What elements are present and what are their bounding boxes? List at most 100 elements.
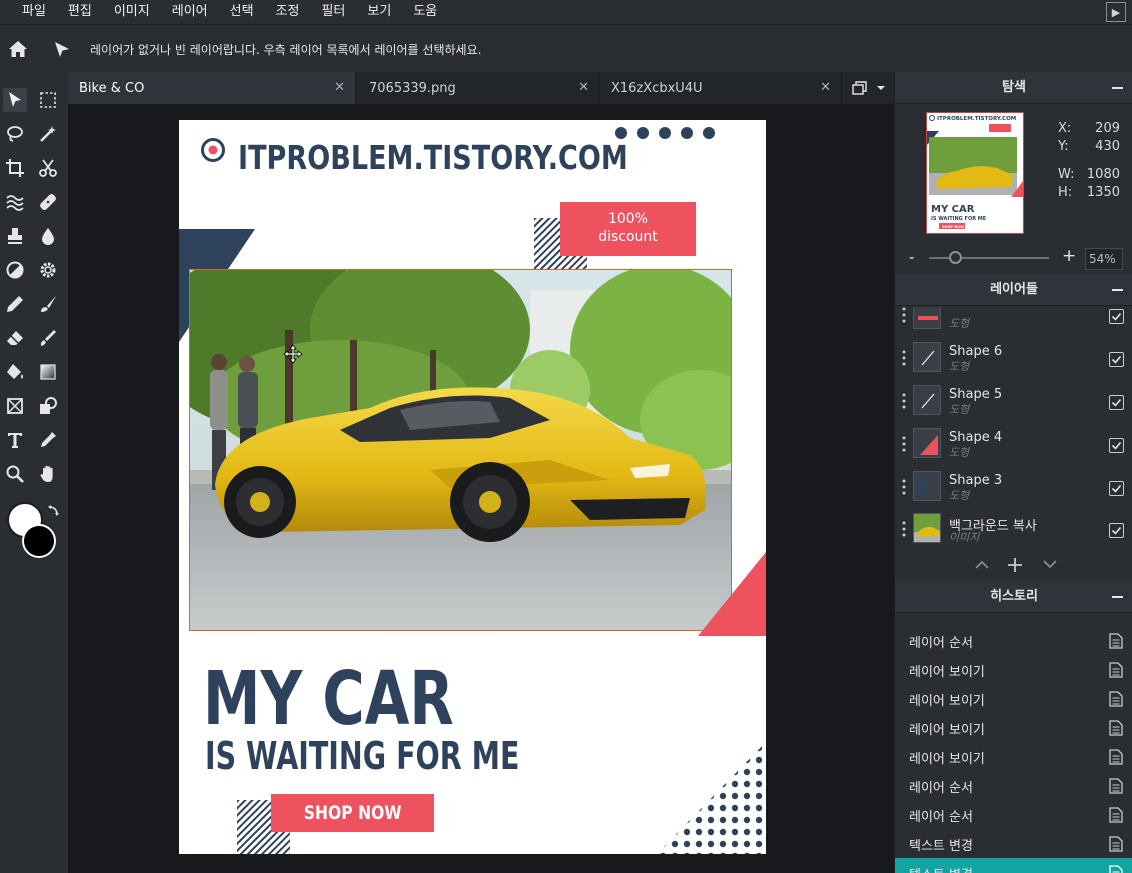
drag-handle-icon[interactable]: [902, 479, 906, 495]
thumb-headline: MY CAR: [931, 204, 975, 215]
history-item[interactable]: 레이어 순서: [895, 626, 1132, 655]
close-icon[interactable]: ✕: [820, 80, 831, 95]
gradient-tool[interactable]: [36, 360, 60, 384]
zoom-slider-handle[interactable]: [949, 251, 962, 264]
close-icon[interactable]: ✕: [578, 80, 589, 95]
history-item[interactable]: 레이어 보이기: [895, 742, 1132, 771]
check-icon: [1111, 312, 1122, 321]
visibility-checkbox[interactable]: [1109, 438, 1124, 453]
layer-item[interactable]: 도형: [895, 307, 1132, 336]
history-item-current[interactable]: 텍스트 변경: [895, 858, 1132, 873]
home-icon[interactable]: [8, 39, 28, 59]
eyedropper-tool[interactable]: [36, 428, 60, 452]
car-photo[interactable]: [189, 269, 732, 631]
minimize-icon[interactable]: [1112, 289, 1123, 291]
menu-file[interactable]: 파일: [0, 0, 57, 24]
drag-handle-icon[interactable]: [902, 436, 906, 452]
visibility-checkbox[interactable]: [1109, 352, 1124, 367]
window-arrange-button[interactable]: [844, 72, 894, 104]
zoom-out-button[interactable]: -: [909, 248, 914, 266]
menu-layer[interactable]: 레이어: [161, 0, 219, 24]
tab-x16z[interactable]: X16zXcbxU4U ✕: [600, 72, 842, 104]
stamp-tool[interactable]: [3, 224, 27, 248]
drag-handle-icon[interactable]: [902, 307, 906, 323]
swap-colors-icon[interactable]: [46, 504, 60, 518]
close-icon[interactable]: ✕: [334, 80, 345, 95]
add-layer-icon[interactable]: [1007, 557, 1023, 573]
drag-handle-icon[interactable]: [902, 393, 906, 409]
history-item[interactable]: 레이어 순서: [895, 800, 1132, 829]
smudge-tool[interactable]: [36, 326, 60, 350]
menu-adjust[interactable]: 조정: [265, 0, 311, 24]
canvas-area[interactable]: ITPROBLEM.TISTORY.COM 100% discount MY C…: [68, 104, 894, 873]
zoom-slider-track[interactable]: [929, 257, 1049, 259]
layers-header[interactable]: 레이어들: [895, 274, 1132, 306]
marquee-tool[interactable]: [36, 88, 60, 112]
move-tool-icon[interactable]: [52, 40, 72, 60]
healing-tool[interactable]: [36, 190, 60, 214]
visibility-checkbox[interactable]: [1109, 309, 1124, 324]
tab-bike-co[interactable]: Bike & CO ✕: [68, 72, 356, 104]
history-label: 레이어 보이기: [909, 723, 985, 738]
chevron-up-icon[interactable]: [974, 558, 990, 570]
history-label: 텍스트 변경: [909, 839, 973, 854]
visibility-checkbox[interactable]: [1109, 523, 1124, 538]
layer-item-shape-3[interactable]: Shape 3 도형: [895, 465, 1132, 508]
layer-item-shape-4[interactable]: Shape 4 도형: [895, 422, 1132, 465]
menu-view[interactable]: 보기: [356, 0, 402, 24]
history-header[interactable]: 히스토리: [895, 581, 1132, 613]
wave-tool[interactable]: [3, 190, 27, 214]
drag-handle-icon[interactable]: [902, 350, 906, 366]
layers-title: 레이어들: [990, 282, 1038, 297]
tab-7065339[interactable]: 7065339.png ✕: [358, 72, 600, 104]
layer-item-background-copy[interactable]: 백그라운드 복사 이미지: [895, 507, 1132, 550]
text-tool[interactable]: [3, 428, 27, 452]
document-canvas[interactable]: ITPROBLEM.TISTORY.COM 100% discount MY C…: [179, 120, 766, 854]
layer-name: Shape 4: [949, 430, 1003, 445]
visibility-checkbox[interactable]: [1109, 395, 1124, 410]
frame-tool[interactable]: [3, 394, 27, 418]
minimize-icon[interactable]: [1112, 87, 1123, 89]
blur-tool[interactable]: [36, 224, 60, 248]
background-color[interactable]: [22, 524, 56, 558]
menu-help[interactable]: 도움: [402, 0, 448, 24]
menu-image[interactable]: 이미지: [103, 0, 161, 24]
magic-wand-tool[interactable]: [36, 122, 60, 146]
shop-now-banner[interactable]: SHOP NOW: [271, 794, 434, 832]
history-item[interactable]: 레이어 보이기: [895, 684, 1132, 713]
crop-tool[interactable]: [3, 156, 27, 180]
layer-item-shape-5[interactable]: Shape 5 도형: [895, 379, 1132, 422]
lasso-tool[interactable]: [3, 122, 27, 146]
drag-handle-icon[interactable]: [902, 521, 906, 537]
menu-filter[interactable]: 필터: [310, 0, 356, 24]
sponge-tool[interactable]: [36, 258, 60, 282]
history-item[interactable]: 레이어 순서: [895, 771, 1132, 800]
menu-edit[interactable]: 편집: [57, 0, 103, 24]
history-item[interactable]: 레이어 보이기: [895, 655, 1132, 684]
layer-item-shape-6[interactable]: Shape 6 도형: [895, 336, 1132, 379]
zoom-in-button[interactable]: +: [1062, 246, 1076, 266]
brush-tool[interactable]: [36, 292, 60, 316]
headline-waiting[interactable]: IS WAITING FOR ME: [205, 736, 519, 776]
history-item[interactable]: 레이어 보이기: [895, 713, 1132, 742]
minimize-icon[interactable]: [1112, 596, 1123, 598]
dodge-tool[interactable]: [3, 258, 27, 282]
menu-select[interactable]: 선택: [219, 0, 265, 24]
visibility-checkbox[interactable]: [1109, 481, 1124, 496]
zoom-tool[interactable]: [3, 462, 27, 486]
shape-tool[interactable]: [36, 394, 60, 418]
history-item[interactable]: 텍스트 변경: [895, 829, 1132, 858]
paint-bucket-tool[interactable]: [3, 360, 27, 384]
zoom-input[interactable]: 54%: [1085, 248, 1123, 270]
hand-tool[interactable]: [36, 462, 60, 486]
move-tool[interactable]: [3, 88, 27, 112]
eraser-tool[interactable]: [3, 326, 27, 350]
headline-my-car[interactable]: MY CAR: [203, 659, 454, 739]
pen-tool[interactable]: [3, 292, 27, 316]
navigator-header[interactable]: 탐색: [895, 72, 1132, 104]
navigator-thumbnail[interactable]: ITPROBLEM.TISTORY.COM MY CAR IS WAITING …: [926, 112, 1024, 234]
history-label: 레이어 보이기: [909, 752, 985, 767]
collapse-panel-icon[interactable]: ▶: [1106, 2, 1126, 22]
scissors-tool[interactable]: [36, 156, 60, 180]
chevron-down-icon[interactable]: [1042, 558, 1058, 570]
